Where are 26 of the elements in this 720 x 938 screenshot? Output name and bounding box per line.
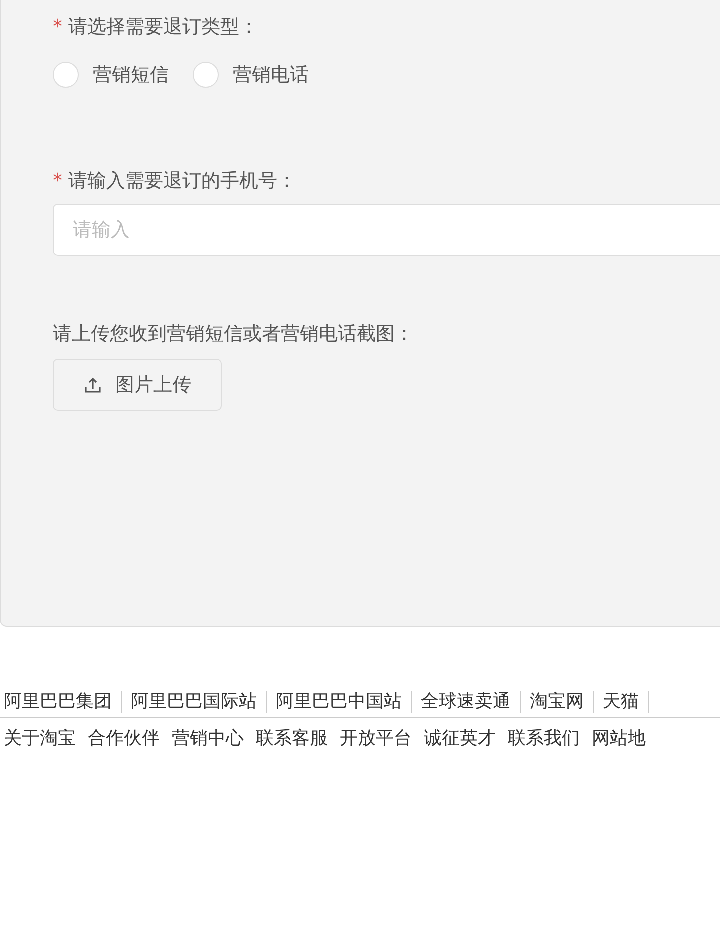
radio-option[interactable]: 营销电话 (193, 62, 309, 88)
required-mark: * (53, 16, 62, 38)
radio-option[interactable]: 营销短信 (53, 62, 169, 88)
phone-input-field[interactable]: 请输入 (53, 204, 720, 256)
required-mark: * (53, 170, 62, 192)
field-label: 请上传您收到营销短信或者营销电话截图： (53, 323, 414, 345)
radio-circle-icon[interactable] (53, 62, 79, 88)
upload-icon (84, 376, 102, 394)
field-label: 请输入需要退订的手机号： (68, 170, 296, 192)
footer-link[interactable]: 阿里巴巴中国站 (276, 691, 412, 713)
footer-link[interactable]: 合作伙伴 (88, 726, 160, 750)
footer-link[interactable]: 开放平台 (340, 726, 412, 750)
footer-link[interactable]: 淘宝网 (530, 691, 594, 713)
footer-link[interactable]: 全球速卖通 (421, 691, 521, 713)
upload-button[interactable]: 图片上传 (53, 359, 222, 411)
footer-link[interactable]: 营销中心 (172, 726, 244, 750)
footer-link[interactable]: 网站地 (592, 726, 646, 750)
footer-link[interactable]: 阿里巴巴国际站 (131, 691, 267, 713)
footer-link[interactable]: 联系客服 (256, 726, 328, 750)
footer-link[interactable]: 诚征英才 (424, 726, 496, 750)
footer-link[interactable]: 天猫 (603, 691, 649, 713)
footer-link[interactable]: 联系我们 (508, 726, 580, 750)
radio-circle-icon[interactable] (193, 62, 219, 88)
footer-link[interactable]: 阿里巴巴集团 (4, 691, 122, 713)
field-label: 请选择需要退订类型： (68, 16, 258, 38)
footer-link[interactable]: 关于淘宝 (4, 726, 76, 750)
